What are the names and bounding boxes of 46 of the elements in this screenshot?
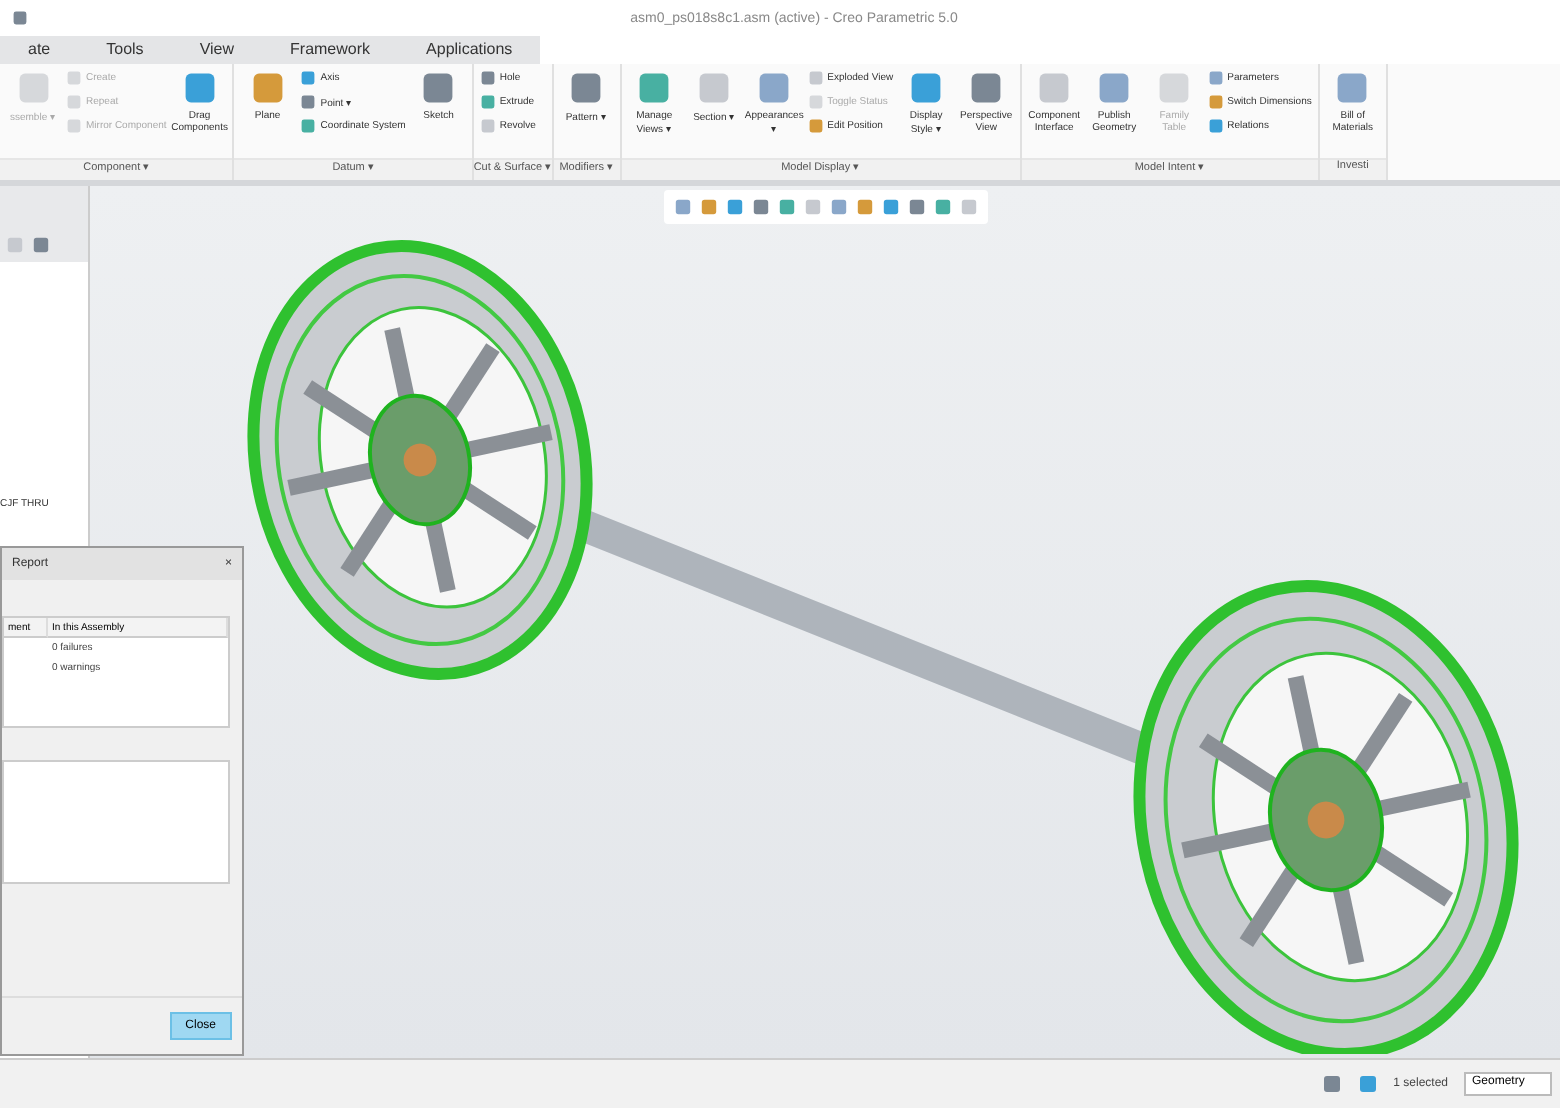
- square-icon: [777, 198, 795, 216]
- square-icon: [959, 198, 977, 216]
- square-icon: [1207, 118, 1224, 134]
- square-icon: [12, 10, 28, 26]
- square-icon: [696, 70, 733, 106]
- square-icon: [1357, 1074, 1378, 1094]
- square-icon: [803, 198, 821, 216]
- square-icon: [807, 94, 824, 110]
- square-icon: [300, 118, 317, 134]
- square-icon: [881, 198, 899, 216]
- square-icon: [1207, 94, 1224, 110]
- square-icon: [32, 236, 50, 254]
- square-icon: [968, 70, 1005, 106]
- square-icon: [699, 198, 717, 216]
- square-icon: [479, 94, 496, 110]
- square-icon: [907, 198, 925, 216]
- square-icon: [1207, 70, 1224, 86]
- square-icon: [1036, 70, 1073, 106]
- square-icon: [181, 70, 218, 106]
- square-icon: [1321, 1074, 1342, 1094]
- square-icon: [673, 198, 691, 216]
- square-icon: [636, 70, 673, 106]
- square-icon: [479, 70, 496, 86]
- square-icon: [6, 236, 24, 254]
- square-icon: [1334, 70, 1371, 106]
- square-icon: [855, 198, 873, 216]
- square-icon: [807, 118, 824, 134]
- square-icon: [807, 70, 824, 86]
- square-icon: [300, 94, 317, 110]
- square-icon: [479, 118, 496, 134]
- square-icon: [1156, 70, 1193, 106]
- square-icon: [751, 198, 769, 216]
- square-icon: [756, 70, 793, 106]
- square-icon: [66, 94, 82, 110]
- square-icon: [300, 70, 317, 86]
- square-icon: [1096, 70, 1133, 106]
- square-icon: [249, 70, 286, 106]
- square-icon: [829, 198, 847, 216]
- square-icon: [933, 198, 951, 216]
- square-icon: [420, 70, 457, 106]
- square-icon: [66, 70, 82, 86]
- square-icon: [908, 70, 945, 106]
- square-icon: [15, 70, 51, 106]
- square-icon: [568, 70, 605, 106]
- square-icon: [725, 198, 743, 216]
- square-icon: [66, 118, 82, 134]
